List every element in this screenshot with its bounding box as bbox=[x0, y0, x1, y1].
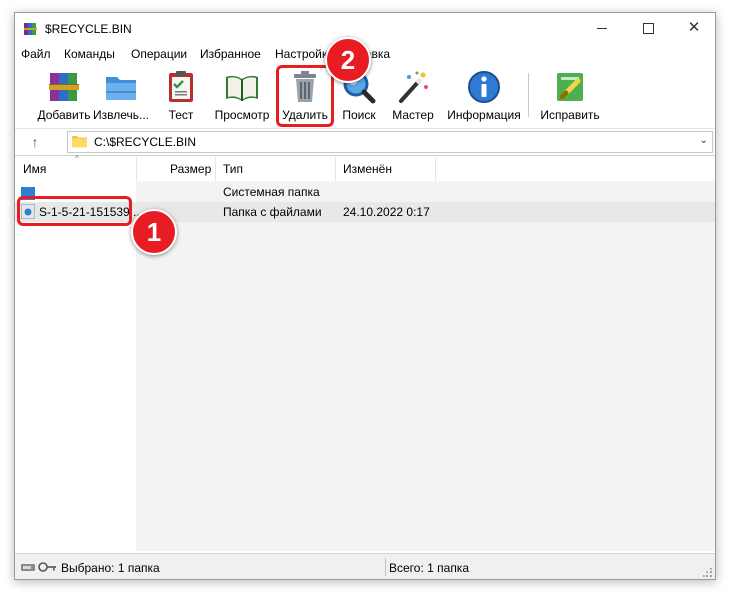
add-button[interactable]: Добавить bbox=[37, 65, 91, 125]
list-header: ^ Имя Размер Тип Изменён bbox=[15, 154, 715, 182]
step-badge-2: 2 bbox=[325, 37, 371, 83]
winrar-window: $RECYCLE.BIN ✕ Файл Команды Операции Изб… bbox=[14, 12, 716, 580]
item-type: Папка с файлами bbox=[223, 205, 322, 219]
view-label: Просмотр bbox=[214, 108, 270, 122]
column-divider[interactable] bbox=[435, 157, 436, 181]
column-header-modified[interactable]: Изменён bbox=[343, 162, 392, 176]
title-bar: $RECYCLE.BIN ✕ bbox=[15, 13, 715, 45]
status-bar: Выбрано: 1 папка Всего: 1 папка bbox=[15, 553, 715, 579]
add-label: Добавить bbox=[37, 108, 91, 122]
status-selected: Выбрано: 1 папка bbox=[61, 561, 160, 575]
file-list[interactable]: Системная папка S-1-5-21-151539... Папка… bbox=[15, 181, 715, 551]
info-label: Информация bbox=[447, 108, 521, 122]
close-icon: ✕ bbox=[687, 19, 701, 36]
extract-folder-icon bbox=[106, 77, 136, 100]
address-path: C:\$RECYCLE.BIN bbox=[94, 135, 197, 149]
view-book-icon bbox=[226, 75, 258, 101]
close-button[interactable]: ✕ bbox=[671, 13, 715, 45]
wizard-button[interactable]: Мастер bbox=[389, 65, 437, 125]
item-modified: 24.10.2022 0:17 bbox=[343, 205, 430, 219]
resize-grip-icon[interactable] bbox=[703, 568, 713, 578]
wizard-wand-icon bbox=[399, 71, 428, 103]
status-divider bbox=[385, 558, 386, 576]
test-button[interactable]: Тест bbox=[157, 65, 205, 125]
repair-icon bbox=[557, 73, 583, 101]
status-total: Всего: 1 папка bbox=[389, 561, 469, 575]
repair-label: Исправить bbox=[540, 108, 600, 122]
maximize-button[interactable] bbox=[625, 13, 671, 45]
column-header-size[interactable]: Размер bbox=[170, 162, 211, 176]
column-header-type[interactable]: Тип bbox=[223, 162, 243, 176]
up-button[interactable]: ↑ bbox=[23, 132, 47, 152]
test-clipboard-icon bbox=[169, 71, 193, 102]
menu-file[interactable]: Файл bbox=[21, 47, 51, 61]
address-field[interactable]: C:\$RECYCLE.BIN ⌄ bbox=[67, 131, 713, 153]
arrow-up-icon: ↑ bbox=[31, 134, 39, 150]
view-button[interactable]: Просмотр bbox=[211, 65, 273, 125]
column-divider[interactable] bbox=[215, 157, 216, 181]
sort-ascending-icon: ^ bbox=[75, 154, 79, 163]
wizard-label: Мастер bbox=[392, 108, 434, 122]
address-bar-row: ↑ C:\$RECYCLE.BIN ⌄ bbox=[15, 128, 715, 156]
column-header-name[interactable]: Имя bbox=[23, 162, 46, 176]
drive-key-icon bbox=[21, 562, 56, 572]
toolbar-separator bbox=[528, 73, 529, 117]
item-type: Системная папка bbox=[223, 185, 320, 199]
minimize-button[interactable] bbox=[579, 13, 625, 45]
column-divider[interactable] bbox=[136, 157, 137, 181]
repair-button[interactable]: Исправить bbox=[537, 65, 603, 125]
window-title: $RECYCLE.BIN bbox=[45, 22, 132, 36]
menu-commands[interactable]: Команды bbox=[64, 47, 115, 61]
folder-icon bbox=[72, 136, 87, 148]
chevron-down-icon[interactable]: ⌄ bbox=[700, 135, 708, 146]
step-badge-1: 1 bbox=[131, 209, 177, 255]
menu-operations[interactable]: Операции bbox=[131, 47, 187, 61]
highlight-selected-folder bbox=[17, 196, 132, 226]
extract-button[interactable]: Извлечь... bbox=[93, 65, 149, 125]
highlight-delete-button bbox=[276, 65, 334, 127]
test-label: Тест bbox=[168, 108, 194, 122]
archive-books-icon bbox=[49, 73, 79, 101]
info-button[interactable]: Информация bbox=[445, 65, 523, 125]
menu-favorites[interactable]: Избранное bbox=[200, 47, 261, 61]
info-icon bbox=[468, 71, 500, 103]
search-label: Поиск bbox=[342, 108, 376, 122]
column-divider[interactable] bbox=[335, 157, 336, 181]
extract-label: Извлечь... bbox=[93, 108, 150, 122]
winrar-app-icon bbox=[24, 23, 37, 35]
